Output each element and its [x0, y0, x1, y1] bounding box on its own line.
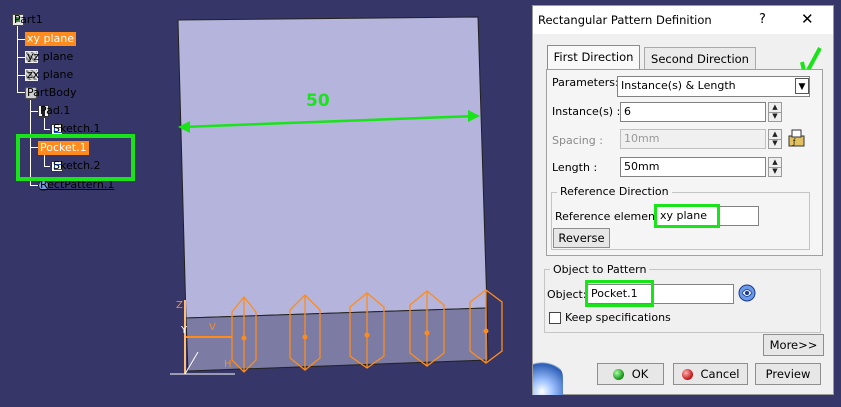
tree-connector — [17, 39, 25, 40]
tree-node-part[interactable]: Part1 — [12, 12, 43, 28]
cancel-led-icon — [681, 369, 693, 380]
reference-direction-title: Reference Direction — [557, 185, 672, 198]
preview-button[interactable]: Preview — [755, 363, 821, 385]
reverse-button[interactable]: Reverse — [553, 228, 610, 248]
tree-connector — [17, 92, 25, 93]
tab-second-direction[interactable]: Second Direction — [644, 47, 756, 70]
chevron-down-icon[interactable]: ▼ — [795, 78, 809, 94]
reference-element-highlight — [654, 204, 720, 228]
reference-element-label: Reference element: — [555, 210, 663, 223]
plate-face — [177, 16, 488, 319]
ok-led-icon — [612, 369, 624, 380]
tree-connector — [44, 118, 45, 129]
object-label: Object: — [547, 288, 587, 301]
tree-connector — [30, 111, 38, 112]
tree-node-pad[interactable]: Pad.1 — [38, 103, 70, 119]
catia-compass-globe-icon — [533, 361, 563, 395]
more-button[interactable]: More>> — [763, 334, 824, 356]
tree-node-label: Part1 — [14, 13, 43, 26]
tree-node-label: zx plane — [27, 68, 74, 81]
tree-connector — [17, 75, 25, 76]
cancel-label: Cancel — [700, 367, 740, 381]
length-label: Length : — [552, 161, 598, 174]
tree-node-label: Pad.1 — [40, 104, 71, 117]
tree-node-label: yz plane — [27, 50, 74, 63]
tree-node-label: xy plane — [25, 32, 77, 46]
tree-node-label: PartBody — [27, 86, 77, 99]
tree-node-xy-plane[interactable]: xy plane — [25, 31, 77, 47]
object-to-pattern-title: Object to Pattern — [550, 263, 650, 276]
close-button[interactable]: ✕ — [801, 10, 814, 28]
cancel-button[interactable]: Cancel — [673, 363, 748, 385]
length-stepper[interactable]: ▲ ▼ — [768, 157, 782, 177]
length-input[interactable]: 50mm — [620, 157, 766, 177]
ok-label: OK — [631, 367, 649, 381]
tab-first-direction[interactable]: First Direction — [547, 45, 640, 70]
instances-input[interactable]: 6 — [620, 102, 766, 122]
tree-node-zx-plane[interactable]: zx plane — [25, 67, 73, 83]
tree-node-partbody[interactable]: PartBody — [25, 85, 76, 101]
axis-label-z: Z — [176, 300, 183, 311]
spacing-input: 10mm — [620, 129, 766, 149]
dimension-value[interactable]: 50 — [306, 91, 330, 111]
tree-connector — [44, 129, 50, 130]
parameters-dropdown[interactable]: Instance(s) & Length — [617, 76, 810, 97]
object-field-highlight — [585, 280, 654, 307]
instances-label: Instance(s) : — [552, 105, 621, 118]
tree-connector — [30, 185, 38, 186]
keep-specifications-label: Keep specifications — [565, 311, 671, 324]
spacing-stepper: ▲ ▼ — [768, 129, 782, 149]
dialog-title: Rectangular Pattern Definition — [538, 13, 712, 27]
model-graphics: Z Y H V — [170, 16, 503, 375]
spin-down-icon[interactable]: ▼ — [769, 167, 781, 176]
spin-down-icon: ▼ — [772, 139, 778, 147]
pocket-highlight-box — [16, 134, 135, 181]
dialog-titlebar[interactable]: Rectangular Pattern Definition ? ✕ — [533, 6, 833, 34]
3d-viewport[interactable]: Z Y H V 50 — [160, 0, 530, 407]
tree-node-yz-plane[interactable]: yz plane — [25, 49, 73, 65]
parameters-label: Parameters: — [552, 76, 619, 89]
ok-button[interactable]: OK — [597, 363, 664, 385]
instances-stepper[interactable]: ▲ ▼ — [768, 102, 782, 122]
object-select-icon[interactable] — [737, 283, 757, 303]
axis-label-v: V — [209, 322, 216, 333]
axis-label-y: Y — [180, 325, 188, 336]
spacing-label: Spacing : — [552, 134, 603, 147]
spin-down-icon[interactable]: ▼ — [769, 112, 781, 121]
help-button[interactable]: ? — [759, 12, 766, 27]
formula-icon[interactable]: ƒ — [787, 128, 807, 148]
rectangular-pattern-dialog: Rectangular Pattern Definition ? ✕ First… — [532, 5, 834, 395]
tree-connector — [17, 57, 25, 58]
keep-specifications-checkbox[interactable] — [549, 312, 561, 324]
axis-label-h: H — [224, 359, 232, 370]
svg-text:ƒ: ƒ — [792, 138, 796, 146]
